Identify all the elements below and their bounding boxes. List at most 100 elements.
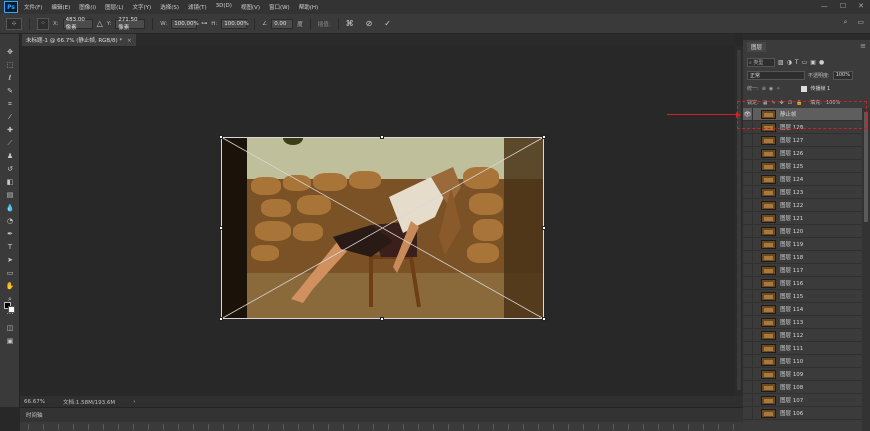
lasso-tool-icon[interactable]: ℓ bbox=[5, 74, 15, 83]
visibility-eye-icon[interactable] bbox=[743, 302, 753, 316]
menu-item[interactable]: 文件(F) bbox=[24, 3, 42, 11]
menu-item[interactable]: 编辑(E) bbox=[51, 3, 70, 11]
visibility-eye-icon[interactable] bbox=[743, 367, 753, 381]
visibility-eye-icon[interactable] bbox=[743, 406, 753, 420]
layer-row[interactable]: 图层 112 bbox=[743, 328, 862, 342]
layer-row[interactable]: 图层 126 bbox=[743, 146, 862, 160]
type-filter-icon[interactable]: T bbox=[795, 59, 799, 66]
commit-transform-icon[interactable]: ✓ bbox=[384, 19, 391, 28]
layer-row[interactable]: 图层 122 bbox=[743, 198, 862, 212]
layer-row[interactable]: 图层 127 bbox=[743, 133, 862, 147]
blend-mode-select[interactable]: 正常 bbox=[747, 70, 805, 80]
layer-row[interactable]: 图层 106 bbox=[743, 406, 862, 420]
visibility-eye-icon[interactable] bbox=[743, 315, 753, 329]
panel-menu-icon[interactable]: ≡ bbox=[860, 42, 866, 50]
unify-position-icon[interactable]: ⊕ bbox=[762, 86, 766, 92]
layer-row[interactable]: 图层 124 bbox=[743, 172, 862, 186]
maximize-icon[interactable]: ☐ bbox=[840, 2, 846, 10]
layer-row[interactable]: 图层 109 bbox=[743, 367, 862, 381]
document-info[interactable]: 文档:1.58M/193.6M bbox=[63, 398, 115, 406]
layer-row[interactable]: 图层 108 bbox=[743, 380, 862, 394]
quick-select-tool-icon[interactable]: ✎ bbox=[5, 87, 15, 96]
menu-item[interactable]: 图层(L) bbox=[105, 3, 123, 11]
background-color-swatch[interactable] bbox=[8, 306, 15, 313]
transform-handle-left[interactable] bbox=[219, 226, 223, 230]
layers-scrollbar[interactable] bbox=[862, 108, 870, 431]
layer-row[interactable]: 图层 113 bbox=[743, 315, 862, 329]
visibility-eye-icon[interactable] bbox=[743, 224, 753, 238]
blur-tool-icon[interactable]: 💧 bbox=[5, 204, 15, 213]
brush-tool-icon[interactable]: ⟋ bbox=[5, 139, 15, 148]
layers-tab[interactable]: 图层 bbox=[747, 42, 767, 52]
visibility-eye-icon[interactable] bbox=[743, 237, 753, 251]
menu-item[interactable]: 帮助(H) bbox=[299, 3, 318, 11]
document-tab[interactable]: 未标题-1 @ 66.7% (静止帧, RGB/8) * × bbox=[22, 34, 136, 46]
layer-row[interactable]: 图层 118 bbox=[743, 250, 862, 264]
visibility-eye-icon[interactable] bbox=[743, 211, 753, 225]
transform-handle-top-left[interactable] bbox=[219, 135, 223, 139]
transform-handle-bottom-left[interactable] bbox=[219, 317, 223, 321]
cancel-transform-icon[interactable]: ⊘ bbox=[366, 19, 373, 28]
workspace-icon[interactable]: ▭ bbox=[857, 18, 864, 27]
visibility-eye-icon[interactable] bbox=[743, 146, 753, 160]
dodge-tool-icon[interactable]: ◔ bbox=[5, 217, 15, 226]
menu-item[interactable]: 3D(D) bbox=[216, 3, 232, 11]
warp-mode-icon[interactable]: ⌘ bbox=[346, 19, 354, 28]
eyedropper-tool-icon[interactable]: ⁄ bbox=[5, 113, 15, 122]
adjustment-filter-icon[interactable]: ◑ bbox=[787, 59, 792, 66]
w-field[interactable]: 100.00% bbox=[171, 18, 199, 29]
stamp-tool-icon[interactable]: ♟ bbox=[5, 152, 15, 161]
transform-handle-bottom[interactable] bbox=[380, 317, 384, 321]
healing-tool-icon[interactable]: ✚ bbox=[5, 126, 15, 135]
visibility-eye-icon[interactable] bbox=[743, 185, 753, 199]
visibility-eye-icon[interactable] bbox=[743, 198, 753, 212]
zoom-level[interactable]: 66.67% bbox=[24, 399, 45, 405]
filter-toggle-icon[interactable]: ● bbox=[819, 59, 824, 66]
layer-row[interactable]: 图层 116 bbox=[743, 276, 862, 290]
filter-kind-select[interactable]: ⌕ 类型 bbox=[747, 57, 775, 67]
menu-item[interactable]: 视图(V) bbox=[241, 3, 260, 11]
pixel-filter-icon[interactable]: ▨ bbox=[778, 59, 784, 66]
x-field[interactable]: 483.00 像素 bbox=[62, 17, 93, 31]
visibility-eye-icon[interactable] bbox=[743, 380, 753, 394]
history-brush-icon[interactable]: ↺ bbox=[5, 165, 15, 174]
y-field[interactable]: 271.50 像素 bbox=[115, 17, 146, 31]
layer-row[interactable]: 图层 111 bbox=[743, 341, 862, 355]
close-tab-icon[interactable]: × bbox=[127, 38, 132, 44]
triangle-icon[interactable]: △ bbox=[97, 19, 103, 28]
visibility-eye-icon[interactable] bbox=[743, 354, 753, 368]
transform-handle-right[interactable] bbox=[542, 226, 546, 230]
marquee-tool-icon[interactable]: ⬚ bbox=[5, 61, 15, 70]
transform-handle-top-right[interactable] bbox=[542, 135, 546, 139]
visibility-eye-icon[interactable] bbox=[743, 289, 753, 303]
link-icon[interactable]: ⊶ bbox=[201, 20, 207, 27]
status-menu-icon[interactable]: › bbox=[133, 399, 135, 405]
menu-item[interactable]: 图像(I) bbox=[79, 3, 96, 11]
unify-style-icon[interactable]: ✧ bbox=[776, 86, 780, 92]
layer-row[interactable]: 图层 110 bbox=[743, 354, 862, 368]
shape-tool-icon[interactable]: ▭ bbox=[5, 269, 15, 278]
screen-mode-icon[interactable]: ▣ bbox=[5, 337, 15, 346]
reference-point-icon[interactable]: ⁘ bbox=[37, 17, 49, 30]
tool-preset-picker[interactable]: ⊹ bbox=[6, 17, 22, 30]
shape-filter-icon[interactable]: ▭ bbox=[802, 59, 808, 66]
layer-row[interactable]: 图层 121 bbox=[743, 211, 862, 225]
search-icon[interactable]: ⌕ bbox=[843, 18, 847, 27]
pen-tool-icon[interactable]: ✒ bbox=[5, 230, 15, 239]
hand-tool-icon[interactable]: ✋ bbox=[5, 282, 15, 291]
unify-visibility-icon[interactable]: ◉ bbox=[769, 86, 773, 92]
gradient-tool-icon[interactable]: ▤ bbox=[5, 191, 15, 200]
move-tool-icon[interactable]: ✥ bbox=[5, 48, 15, 57]
visibility-eye-icon[interactable] bbox=[743, 133, 753, 147]
layer-row[interactable]: 图层 117 bbox=[743, 263, 862, 277]
path-select-icon[interactable]: ➤ bbox=[5, 256, 15, 265]
transform-handle-bottom-right[interactable] bbox=[542, 317, 546, 321]
timeline-frames[interactable] bbox=[20, 422, 743, 431]
layer-row[interactable]: 图层 115 bbox=[743, 289, 862, 303]
visibility-eye-icon[interactable] bbox=[743, 393, 753, 407]
visibility-eye-icon[interactable] bbox=[743, 250, 753, 264]
menu-item[interactable]: 文字(Y) bbox=[133, 3, 152, 11]
visibility-eye-icon[interactable] bbox=[743, 263, 753, 277]
layer-row[interactable]: 图层 114 bbox=[743, 302, 862, 316]
h-field[interactable]: 100.00% bbox=[221, 18, 249, 29]
